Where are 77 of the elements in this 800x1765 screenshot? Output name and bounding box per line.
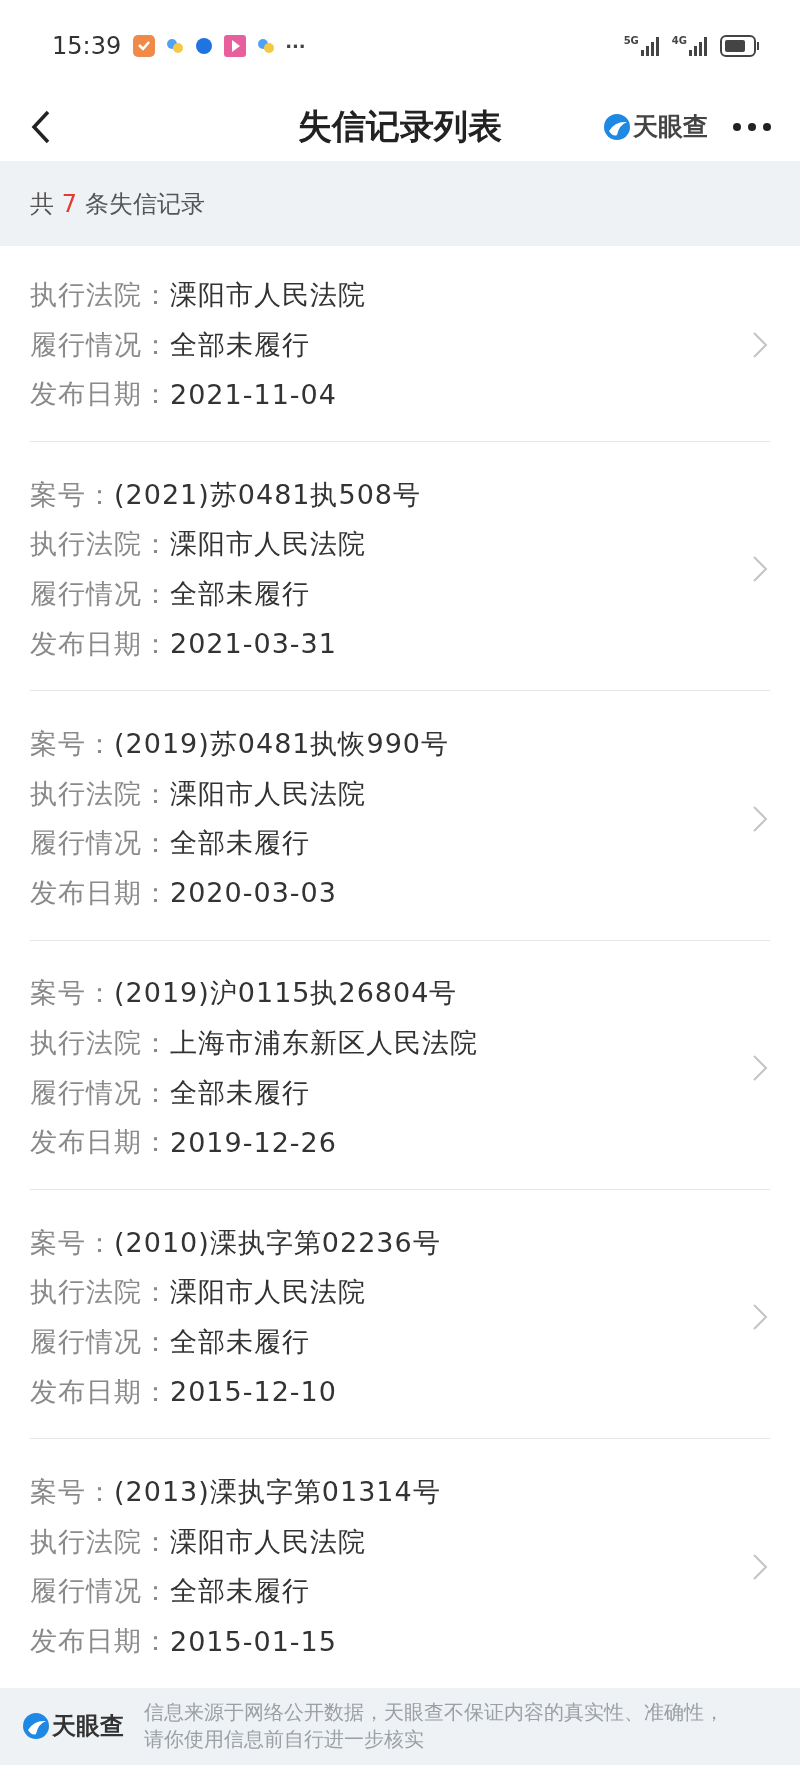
chevron-right-icon bbox=[752, 555, 768, 584]
more-notifications: ··· bbox=[285, 35, 306, 57]
chevron-right-icon bbox=[752, 1053, 768, 1082]
field-label: 执行法院： bbox=[30, 1524, 170, 1559]
field-label: 案号： bbox=[30, 477, 114, 512]
signal-icon bbox=[639, 35, 662, 58]
field-value: 溧阳市人民法院 bbox=[170, 277, 366, 312]
field-label: 发布日期： bbox=[30, 1125, 170, 1160]
field-value: 全部未履行 bbox=[170, 1325, 310, 1360]
field-label: 案号： bbox=[30, 1225, 114, 1260]
field-label: 案号： bbox=[30, 727, 114, 762]
field-label: 执行法院： bbox=[30, 527, 170, 562]
field-label: 执行法院： bbox=[30, 277, 170, 312]
field-value: 溧阳市人民法院 bbox=[170, 776, 366, 811]
record-item[interactable]: 案号：(2013)溧执字第01314号 执行法院：溧阳市人民法院 履行情况：全部未履行 发布日期：2015-01-15 bbox=[30, 1439, 770, 1688]
field-value: (2010)溧执字第02236号 bbox=[114, 1225, 441, 1260]
brand-name: 天眼查 bbox=[633, 111, 708, 144]
field-label: 履行情况： bbox=[30, 1574, 170, 1609]
field-value: 2015-01-15 bbox=[170, 1625, 337, 1657]
signal-icon bbox=[688, 35, 710, 58]
app-notification-icon bbox=[132, 34, 157, 59]
field-value: (2013)溧执字第01314号 bbox=[114, 1475, 441, 1510]
field-value: (2019)沪0115执26804号 bbox=[114, 976, 458, 1011]
field-value: 上海市浦东新区人民法院 bbox=[170, 1026, 478, 1061]
back-button[interactable] bbox=[30, 110, 52, 144]
field-value: (2019)苏0481执恢990号 bbox=[114, 727, 450, 762]
field-label: 发布日期： bbox=[30, 626, 170, 661]
battery-icon bbox=[720, 35, 760, 58]
field-label: 履行情况： bbox=[30, 576, 170, 611]
field-label: 发布日期： bbox=[30, 1374, 170, 1409]
field-label: 发布日期： bbox=[30, 1624, 170, 1658]
field-label: 执行法院： bbox=[30, 1026, 170, 1061]
record-item[interactable]: 案号：(2021)苏0481执508号 执行法院：溧阳市人民法院 履行情况：全部未履行 发布日期：2021-03-31 bbox=[30, 441, 770, 692]
field-value: 2015-12-10 bbox=[170, 1376, 337, 1408]
record-count: 共 7 条失信记录 bbox=[30, 188, 205, 220]
field-label: 执行法院： bbox=[30, 776, 170, 811]
field-value: 2021-03-31 bbox=[170, 628, 337, 659]
field-label: 案号： bbox=[30, 976, 114, 1011]
more-menu-button[interactable] bbox=[732, 122, 772, 132]
record-item[interactable]: 案号：(2019)苏0481执恢990号 执行法院：溧阳市人民法院 履行情况：全部未履行 发布日期：2020-03-03 bbox=[30, 691, 770, 941]
field-value: 全部未履行 bbox=[170, 327, 310, 362]
brand-name: 天眼查 bbox=[52, 1711, 124, 1743]
clock-time: 15:39 bbox=[52, 32, 122, 61]
field-value: 全部未履行 bbox=[170, 826, 310, 861]
record-item[interactable]: 案号：(2010)溧执字第02236号 执行法院：溧阳市人民法院 履行情况：全部未履行 发布日期：2015-12-10 bbox=[30, 1190, 770, 1440]
field-value: 2020-03-03 bbox=[170, 877, 337, 909]
field-label: 案号： bbox=[30, 1475, 114, 1510]
field-label: 履行情况： bbox=[30, 1325, 170, 1360]
record-item[interactable]: 案号：(2019)沪0115执26804号 执行法院：上海市浦东新区人民法院 履行情况：全部未履行 发布日期：2019-12-26 bbox=[30, 940, 770, 1191]
chevron-right-icon bbox=[752, 1303, 768, 1332]
network-label: 4G bbox=[671, 35, 687, 47]
disclaimer-text: 信息来源于网络公开数据，天眼查不保证内容的真实性、准确性，请你使用信息前自行进一步核实 bbox=[144, 1699, 725, 1754]
field-value: 全部未履行 bbox=[170, 1574, 310, 1609]
app-notification-icon bbox=[194, 36, 215, 57]
field-value: 2019-12-26 bbox=[170, 1126, 337, 1158]
eye-logo-icon bbox=[22, 1712, 50, 1741]
field-label: 执行法院： bbox=[30, 1275, 170, 1310]
field-value: 全部未履行 bbox=[170, 576, 310, 611]
chevron-right-icon bbox=[752, 330, 768, 359]
field-label: 发布日期： bbox=[30, 377, 170, 412]
page-title: 失信记录列表 bbox=[297, 105, 503, 148]
eye-logo-icon bbox=[603, 113, 631, 141]
field-label: 履行情况： bbox=[30, 1075, 170, 1110]
record-item[interactable]: 执行法院：溧阳市人民法院 履行情况：全部未履行 发布日期：2021-11-04 bbox=[30, 246, 770, 442]
field-value: 溧阳市人民法院 bbox=[170, 527, 366, 562]
field-label: 发布日期： bbox=[30, 875, 170, 910]
network-label: 5G bbox=[623, 35, 639, 47]
chevron-right-icon bbox=[752, 1552, 768, 1581]
chevron-right-icon bbox=[752, 804, 768, 833]
field-label: 履行情况： bbox=[30, 327, 170, 362]
field-label: 履行情况： bbox=[30, 826, 170, 861]
field-value: 2021-11-04 bbox=[170, 378, 337, 410]
field-value: 溧阳市人民法院 bbox=[170, 1524, 366, 1559]
app-notification-icon bbox=[223, 34, 248, 59]
field-value: 溧阳市人民法院 bbox=[170, 1275, 366, 1310]
field-value: 全部未履行 bbox=[170, 1075, 310, 1110]
field-value: (2021)苏0481执508号 bbox=[114, 477, 422, 512]
